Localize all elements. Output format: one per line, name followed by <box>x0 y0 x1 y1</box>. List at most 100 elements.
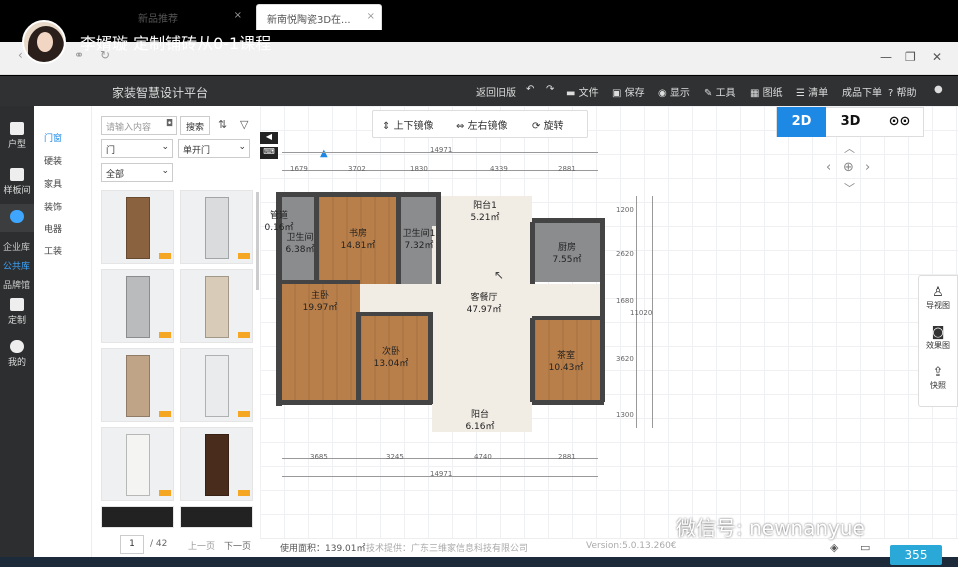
rotate-button[interactable]: ⟳ 旋转 <box>532 117 564 132</box>
nav-floorplan[interactable]: 户型 <box>0 122 34 150</box>
tab-label: 新品推荐 <box>138 14 178 25</box>
help-button[interactable]: ? 帮助 <box>888 84 917 99</box>
select-value: 单开门 <box>183 146 211 156</box>
center-icon[interactable]: ⊕ <box>843 160 854 175</box>
pan-up-icon[interactable]: ︿ <box>844 140 855 156</box>
help-icon: ? <box>888 88 897 99</box>
usable-area: 使用面积：139.01㎡ <box>280 544 366 554</box>
render-button[interactable]: ◙ 效果图 <box>918 325 958 351</box>
prev-page-button[interactable]: 上一页 <box>188 539 215 552</box>
collapse-panel-icon[interactable]: ◀ <box>260 132 278 144</box>
app-title: 家装智慧设计平台 <box>112 86 209 100</box>
view-vr-button[interactable]: ⊙⊙ <box>875 107 924 137</box>
type-select[interactable]: 门 ⌄ <box>101 139 173 158</box>
next-page-button[interactable]: 下一页 <box>224 539 251 552</box>
cube-icon[interactable]: ◈ <box>830 541 838 554</box>
tab-3d-design[interactable]: 新南悦陶瓷3D在... × <box>256 4 382 30</box>
category-furniture[interactable]: 家具 <box>44 177 62 190</box>
tool-label: 导视图 <box>926 301 950 310</box>
product-card[interactable] <box>180 269 253 343</box>
price-tag-icon <box>159 411 171 417</box>
price-tag-icon <box>238 332 250 338</box>
display-menu[interactable]: ◉ 显示 <box>658 84 690 99</box>
snapshot-icon: ⇪ <box>932 365 944 380</box>
minimize-icon[interactable]: — <box>880 50 892 64</box>
search-input[interactable]: 请输入内容 ◘ <box>101 116 177 135</box>
close-window-icon[interactable]: ✕ <box>932 50 942 64</box>
display-label: 显示 <box>669 88 690 99</box>
product-card[interactable] <box>101 348 174 422</box>
compass-icon[interactable]: ▲ <box>320 148 328 162</box>
flip-horizontal-button[interactable]: ⇔ 左右镜像 <box>456 117 508 132</box>
page-input[interactable]: 1 <box>120 535 144 554</box>
user-icon[interactable]: ● <box>934 84 943 95</box>
back-old-version-link[interactable]: 返回旧版 <box>476 84 516 99</box>
keyboard-icon[interactable]: ⌨ <box>260 147 278 159</box>
grid-icon <box>10 298 24 311</box>
scrollbar[interactable] <box>256 192 259 290</box>
door-thumbnail <box>205 276 229 338</box>
nav-mine[interactable]: 我的 <box>0 340 34 368</box>
price-tag-icon <box>159 253 171 259</box>
save-button[interactable]: ▣ 保存 <box>612 84 645 99</box>
undo-icon[interactable]: ↶ <box>526 84 534 95</box>
product-card[interactable] <box>101 506 174 528</box>
product-card[interactable] <box>101 269 174 343</box>
style-select[interactable]: 全部 ⌄ <box>101 163 173 182</box>
monitor-icon[interactable]: ▭ <box>860 541 870 554</box>
nav-public-lib[interactable]: 公共库 <box>3 259 30 272</box>
pan-right-icon[interactable]: › <box>865 160 870 175</box>
price-tag-icon <box>238 490 250 496</box>
chevron-down-icon: ⌄ <box>161 142 169 152</box>
redo-icon[interactable]: ↷ <box>546 84 554 95</box>
order-button[interactable]: 成品下单 <box>842 84 882 99</box>
category-workwear[interactable]: 工装 <box>44 244 62 257</box>
snapshot-button[interactable]: ⇪ 快照 <box>918 365 958 391</box>
flip-vertical-button[interactable]: ⇕ 上下镜像 <box>382 117 434 132</box>
tools-menu[interactable]: ✎ 工具 <box>704 84 736 99</box>
nav-enterprise-lib[interactable]: 企业库 <box>3 240 30 253</box>
page-total: / 42 <box>150 539 168 549</box>
product-card[interactable] <box>101 427 174 501</box>
file-menu[interactable]: ▬ 文件 <box>566 84 599 99</box>
category-doors-windows[interactable]: 门窗 <box>44 131 62 144</box>
nav-sample-room[interactable]: 样板间 <box>0 168 34 196</box>
close-icon[interactable]: × <box>367 11 375 22</box>
category-decoration[interactable]: 装饰 <box>44 200 62 213</box>
pan-down-icon[interactable]: ﹀ <box>844 180 855 196</box>
product-card[interactable] <box>180 348 253 422</box>
tab-new-products[interactable]: 新品推荐 × <box>128 4 248 30</box>
product-card[interactable] <box>101 190 174 264</box>
floorplan-icon <box>10 122 24 135</box>
subtype-select[interactable]: 单开门 ⌄ <box>178 139 250 158</box>
back-icon[interactable]: ‹ <box>18 48 23 62</box>
product-card[interactable] <box>180 190 253 264</box>
tools-label: 工具 <box>715 88 736 99</box>
avatar <box>22 20 66 64</box>
navigator-button[interactable]: ♙ 导视图 <box>918 285 958 311</box>
view-2d-button[interactable]: 2D <box>777 107 826 137</box>
select-value: 全部 <box>106 170 125 180</box>
product-card[interactable] <box>180 427 253 501</box>
view-3d-button[interactable]: 3D <box>826 107 875 137</box>
product-card[interactable] <box>180 506 253 528</box>
search-button[interactable]: 搜索 <box>180 116 210 135</box>
chevron-down-icon: ⌄ <box>238 142 246 152</box>
taskbar <box>0 557 958 567</box>
category-hard-decor[interactable]: 硬装 <box>44 154 62 167</box>
maximize-icon[interactable]: ❐ <box>905 50 916 64</box>
eye-icon: ◉ <box>658 88 670 99</box>
list-menu[interactable]: ☰ 清单 <box>796 84 828 99</box>
pan-left-icon[interactable]: ‹ <box>826 160 831 175</box>
filter-icon[interactable]: ▽ <box>240 118 248 131</box>
nav-cloud[interactable] <box>0 204 34 232</box>
nav-brand-hall[interactable]: 品牌馆 <box>3 278 30 291</box>
category-column <box>34 106 92 557</box>
close-icon[interactable]: × <box>234 10 242 21</box>
camera-icon[interactable]: ◘ <box>166 119 173 129</box>
stream-title: 李婿璇 定制铺砖从0-1课程 <box>80 34 272 53</box>
drawings-menu[interactable]: ▦ 图纸 <box>750 84 783 99</box>
category-appliance[interactable]: 电器 <box>44 222 62 235</box>
sort-icon[interactable]: ⇅ <box>218 118 227 131</box>
nav-custom[interactable]: 定制 <box>0 298 34 326</box>
